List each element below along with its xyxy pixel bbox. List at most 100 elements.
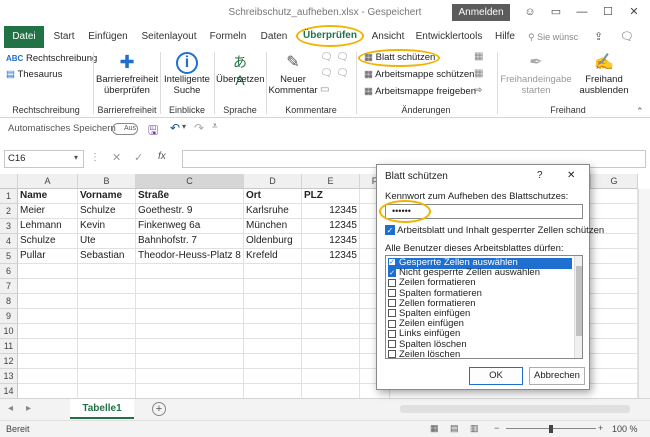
share-icon[interactable]: ⇪ <box>594 30 614 45</box>
table-cell[interactable] <box>78 339 136 354</box>
spelling-button[interactable]: ABC Rechtschreibung <box>6 52 97 66</box>
tab-daten[interactable]: Daten <box>256 26 292 48</box>
select-all-corner[interactable] <box>0 174 18 189</box>
table-cell[interactable] <box>590 234 638 249</box>
user-icon[interactable]: ☺ <box>520 4 540 21</box>
table-cell[interactable] <box>78 384 136 399</box>
allow-edit-ranges-icon[interactable]: ▦ <box>474 51 483 62</box>
table-cell[interactable] <box>18 294 78 309</box>
table-cell[interactable]: Finkenweg 6a <box>136 219 244 234</box>
track-changes-icon[interactable]: ▦ <box>474 68 483 79</box>
table-cell[interactable]: Ort <box>244 189 302 204</box>
row-header[interactable]: 10 <box>0 324 18 339</box>
page-layout-view-icon[interactable]: ▤ <box>450 423 459 434</box>
table-cell[interactable] <box>590 264 638 279</box>
start-inking-button[interactable]: ✒ Freihandeingabe starten <box>500 52 572 102</box>
translate-button[interactable]: あA Übersetzen <box>216 52 265 102</box>
table-cell[interactable] <box>590 354 638 369</box>
hide-ink-button[interactable]: ✍ Freihand ausblenden <box>574 52 634 102</box>
redo-icon[interactable]: ↷ <box>194 121 204 135</box>
column-header[interactable]: D <box>244 174 302 189</box>
table-cell[interactable] <box>302 369 360 384</box>
table-cell[interactable] <box>78 324 136 339</box>
table-cell[interactable] <box>18 264 78 279</box>
table-cell[interactable] <box>18 309 78 324</box>
table-cell[interactable] <box>18 279 78 294</box>
table-cell[interactable]: Oldenburg <box>244 234 302 249</box>
row-header[interactable]: 5 <box>0 249 18 264</box>
table-cell[interactable] <box>136 369 244 384</box>
table-cell[interactable] <box>590 189 638 204</box>
name-box[interactable]: C16 <box>4 150 84 168</box>
table-cell[interactable] <box>136 354 244 369</box>
row-header[interactable]: 11 <box>0 339 18 354</box>
table-cell[interactable] <box>244 264 302 279</box>
column-header[interactable]: B <box>78 174 136 189</box>
customize-toolbar-icon[interactable]: ⩡ <box>212 121 218 132</box>
table-cell[interactable] <box>136 339 244 354</box>
notes-icon[interactable]: ▭ <box>320 84 329 95</box>
table-cell[interactable]: Bahnhofstr. 7 <box>136 234 244 249</box>
add-sheet-icon[interactable]: + <box>152 402 166 416</box>
tab-entwicklertools[interactable]: Entwicklertools <box>414 26 484 48</box>
table-cell[interactable] <box>590 324 638 339</box>
row-header[interactable]: 14 <box>0 384 18 399</box>
column-header[interactable]: A <box>18 174 78 189</box>
permission-checkbox[interactable] <box>388 350 396 358</box>
table-cell[interactable]: Goethestr. 9 <box>136 204 244 219</box>
permission-checkbox[interactable] <box>388 278 396 287</box>
table-cell[interactable] <box>136 324 244 339</box>
sheet-tab-tabelle1[interactable]: Tabelle1 <box>70 399 134 419</box>
tab-einfuegen[interactable]: Einfügen <box>84 26 132 48</box>
search-box[interactable]: ⚲ Sie wünsc <box>528 30 584 45</box>
table-cell[interactable] <box>302 279 360 294</box>
table-cell[interactable] <box>18 369 78 384</box>
collapse-ribbon-icon[interactable]: ⌃ <box>636 106 644 117</box>
undo-icon[interactable]: ↶ <box>170 121 180 135</box>
cancel-button[interactable]: Abbrechen <box>529 367 585 385</box>
row-header[interactable]: 7 <box>0 279 18 294</box>
show-comments-icon[interactable]: 🗨 <box>336 68 349 79</box>
table-cell[interactable]: Straße <box>136 189 244 204</box>
table-cell[interactable] <box>590 384 638 399</box>
ribbon-display-icon[interactable]: ▭ <box>546 4 566 21</box>
tab-ansicht[interactable]: Ansicht <box>368 26 408 48</box>
table-cell[interactable] <box>18 339 78 354</box>
thesaurus-button[interactable]: ▤ Thesaurus <box>6 68 62 82</box>
table-cell[interactable]: München <box>244 219 302 234</box>
table-cell[interactable] <box>136 294 244 309</box>
column-header[interactable]: E <box>302 174 360 189</box>
enter-formula-icon[interactable]: ✓ <box>134 151 143 164</box>
table-cell[interactable] <box>244 309 302 324</box>
permission-checkbox[interactable] <box>388 309 396 318</box>
smart-lookup-button[interactable]: i Intelligente Suche <box>162 52 212 102</box>
zoom-out-icon[interactable]: − <box>494 423 499 433</box>
permission-checkbox[interactable]: ✓ <box>388 268 396 277</box>
table-cell[interactable] <box>18 354 78 369</box>
permission-checkbox[interactable] <box>388 340 396 349</box>
sign-in-button[interactable]: Anmelden <box>452 4 510 21</box>
share-workbook-button[interactable]: ▦ Arbeitsmappe freigeben <box>364 85 476 99</box>
row-header[interactable]: 4 <box>0 234 18 249</box>
table-cell[interactable]: Krefeld <box>244 249 302 264</box>
table-cell[interactable] <box>590 204 638 219</box>
table-cell[interactable]: Sebastian <box>78 249 136 264</box>
table-cell[interactable] <box>78 354 136 369</box>
table-cell[interactable] <box>244 324 302 339</box>
tab-start[interactable]: Start <box>50 26 78 48</box>
table-cell[interactable] <box>136 309 244 324</box>
table-cell[interactable] <box>78 294 136 309</box>
table-cell[interactable] <box>590 369 638 384</box>
minimize-icon[interactable]: — <box>572 4 592 21</box>
table-cell[interactable] <box>590 339 638 354</box>
table-cell[interactable]: PLZ <box>302 189 360 204</box>
name-box-dropdown-icon[interactable]: ▾ <box>74 153 78 162</box>
horizontal-scrollbar[interactable] <box>400 405 630 413</box>
row-header[interactable]: 9 <box>0 309 18 324</box>
ok-button[interactable]: OK <box>469 367 523 385</box>
table-cell[interactable] <box>18 384 78 399</box>
permissions-scrollbar[interactable] <box>574 256 582 358</box>
permission-checkbox[interactable] <box>388 319 396 328</box>
row-header[interactable]: 13 <box>0 369 18 384</box>
table-cell[interactable] <box>302 354 360 369</box>
